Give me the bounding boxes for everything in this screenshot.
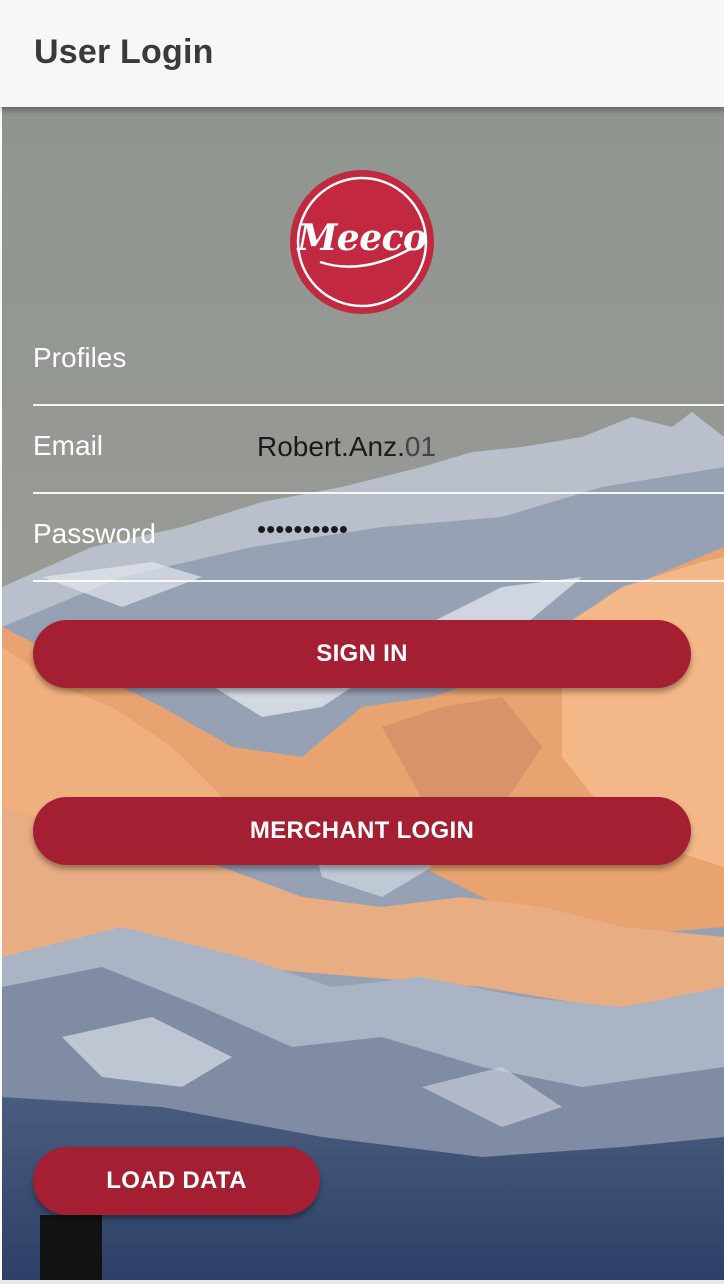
profiles-label: Profiles — [33, 342, 127, 373]
load-data-button[interactable]: LOAD DATA — [33, 1147, 320, 1215]
password-label: Password — [33, 518, 156, 549]
password-input[interactable]: •••••••••• — [257, 514, 348, 545]
email-input[interactable]: Robert.Anz.01 — [257, 431, 437, 463]
profiles-field[interactable]: Profiles — [33, 316, 724, 406]
merchant-login-button[interactable]: MERCHANT LOGIN — [33, 797, 691, 865]
password-field[interactable]: Password •••••••••• — [33, 492, 724, 582]
login-screen: User Login Meeco Profiles Email Robert.A… — [0, 0, 724, 1284]
email-selected-text: 01 — [404, 431, 437, 462]
email-field[interactable]: Email Robert.Anz.01 — [33, 404, 724, 494]
logo-wordmark: Meeco — [297, 217, 427, 259]
meeco-logo: Meeco — [290, 170, 434, 314]
email-label: Email — [33, 430, 104, 461]
email-value: Robert.Anz. — [257, 431, 405, 462]
sign-in-button[interactable]: SIGN IN — [33, 620, 691, 688]
page-title: User Login — [34, 33, 214, 71]
app-bar: User Login — [0, 0, 724, 107]
foreground-post — [40, 1215, 102, 1284]
bottom-edge — [0, 1280, 724, 1284]
